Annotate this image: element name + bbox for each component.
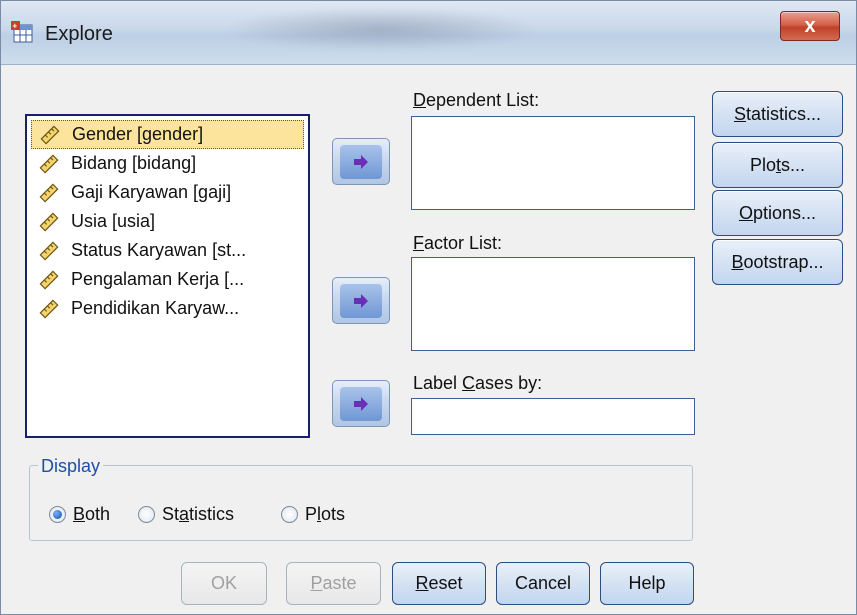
label-cases-label: Label Cases by: [413, 373, 543, 393]
variable-item[interactable]: Pengalaman Kerja [... [31, 265, 304, 294]
reset-button[interactable]: Reset [392, 562, 486, 605]
variable-item[interactable]: Pendidikan Karyaw... [31, 294, 304, 323]
variable-label: Bidang [bidang] [71, 153, 197, 173]
scale-ruler-icon [39, 299, 59, 318]
source-variable-list[interactable]: Gender [gender] Bidang [bidang] Gaji Karya… [25, 114, 310, 438]
radio-unchecked-icon[interactable] [281, 506, 298, 523]
scale-ruler-icon [39, 241, 59, 260]
move-to-factor-button[interactable] [332, 277, 390, 324]
variable-item[interactable]: Usia [usia] [31, 207, 304, 236]
window-title: Explore [45, 23, 113, 45]
cancel-button[interactable]: Cancel [496, 562, 590, 605]
right-arrow-icon [354, 293, 368, 308]
explore-dialog: + Explore x Gender [gender] Bidang [bidan… [0, 0, 857, 615]
dependent-list-box[interactable] [411, 116, 695, 210]
scale-ruler-icon [39, 154, 59, 173]
help-button[interactable]: Help [600, 562, 694, 605]
options-button[interactable]: Options... [712, 190, 843, 236]
statistics-button[interactable]: Statistics... [712, 91, 843, 137]
factor-list-box[interactable] [411, 257, 695, 351]
label-cases-box[interactable] [411, 398, 695, 435]
scale-ruler-icon [39, 183, 59, 202]
factor-list-label: Factor List: [413, 233, 503, 253]
variable-label: Pendidikan Karyaw... [71, 298, 240, 318]
paste-button[interactable]: Paste [286, 562, 381, 605]
variable-label: Gender [gender] [72, 124, 204, 144]
plots-button[interactable]: Plo t s... [712, 142, 843, 188]
display-statistics-option[interactable]: St a tistics [138, 504, 234, 525]
close-icon: x [804, 14, 816, 37]
title-bar-glass [221, 7, 541, 51]
display-plots-option[interactable]: Pl ots [281, 504, 345, 525]
right-arrow-icon [354, 154, 368, 169]
ok-button[interactable]: OK [181, 562, 267, 605]
variable-item[interactable]: Status Karyawan [st... [31, 236, 304, 265]
move-to-label-cases-button[interactable] [332, 380, 390, 427]
variable-item[interactable]: Gender [gender] [31, 120, 304, 149]
scale-ruler-icon [39, 212, 59, 231]
display-group [29, 465, 693, 541]
explore-app-icon: + [11, 21, 33, 43]
right-arrow-icon [354, 396, 368, 411]
move-to-dependent-button[interactable] [332, 138, 390, 185]
radio-checked-icon[interactable] [49, 506, 66, 523]
close-button[interactable]: x [780, 11, 840, 41]
variable-label: Gaji Karyawan [gaji] [71, 182, 232, 202]
svg-text:+: + [13, 22, 18, 31]
variable-item[interactable]: Bidang [bidang] [31, 149, 304, 178]
dependent-list-label: Dependent List: [413, 90, 540, 110]
display-group-title: Display [38, 456, 104, 477]
scale-ruler-icon [39, 270, 59, 289]
scale-ruler-icon [40, 125, 60, 144]
title-bar[interactable]: + Explore x [1, 1, 856, 65]
radio-unchecked-icon[interactable] [138, 506, 155, 523]
variable-label: Pengalaman Kerja [... [71, 269, 245, 289]
display-both-option[interactable]: Both [49, 504, 110, 525]
variable-label: Usia [usia] [71, 211, 156, 231]
variable-label: Status Karyawan [st... [71, 240, 247, 260]
variable-item[interactable]: Gaji Karyawan [gaji] [31, 178, 304, 207]
bootstrap-button[interactable]: Bootstrap... [712, 239, 843, 285]
